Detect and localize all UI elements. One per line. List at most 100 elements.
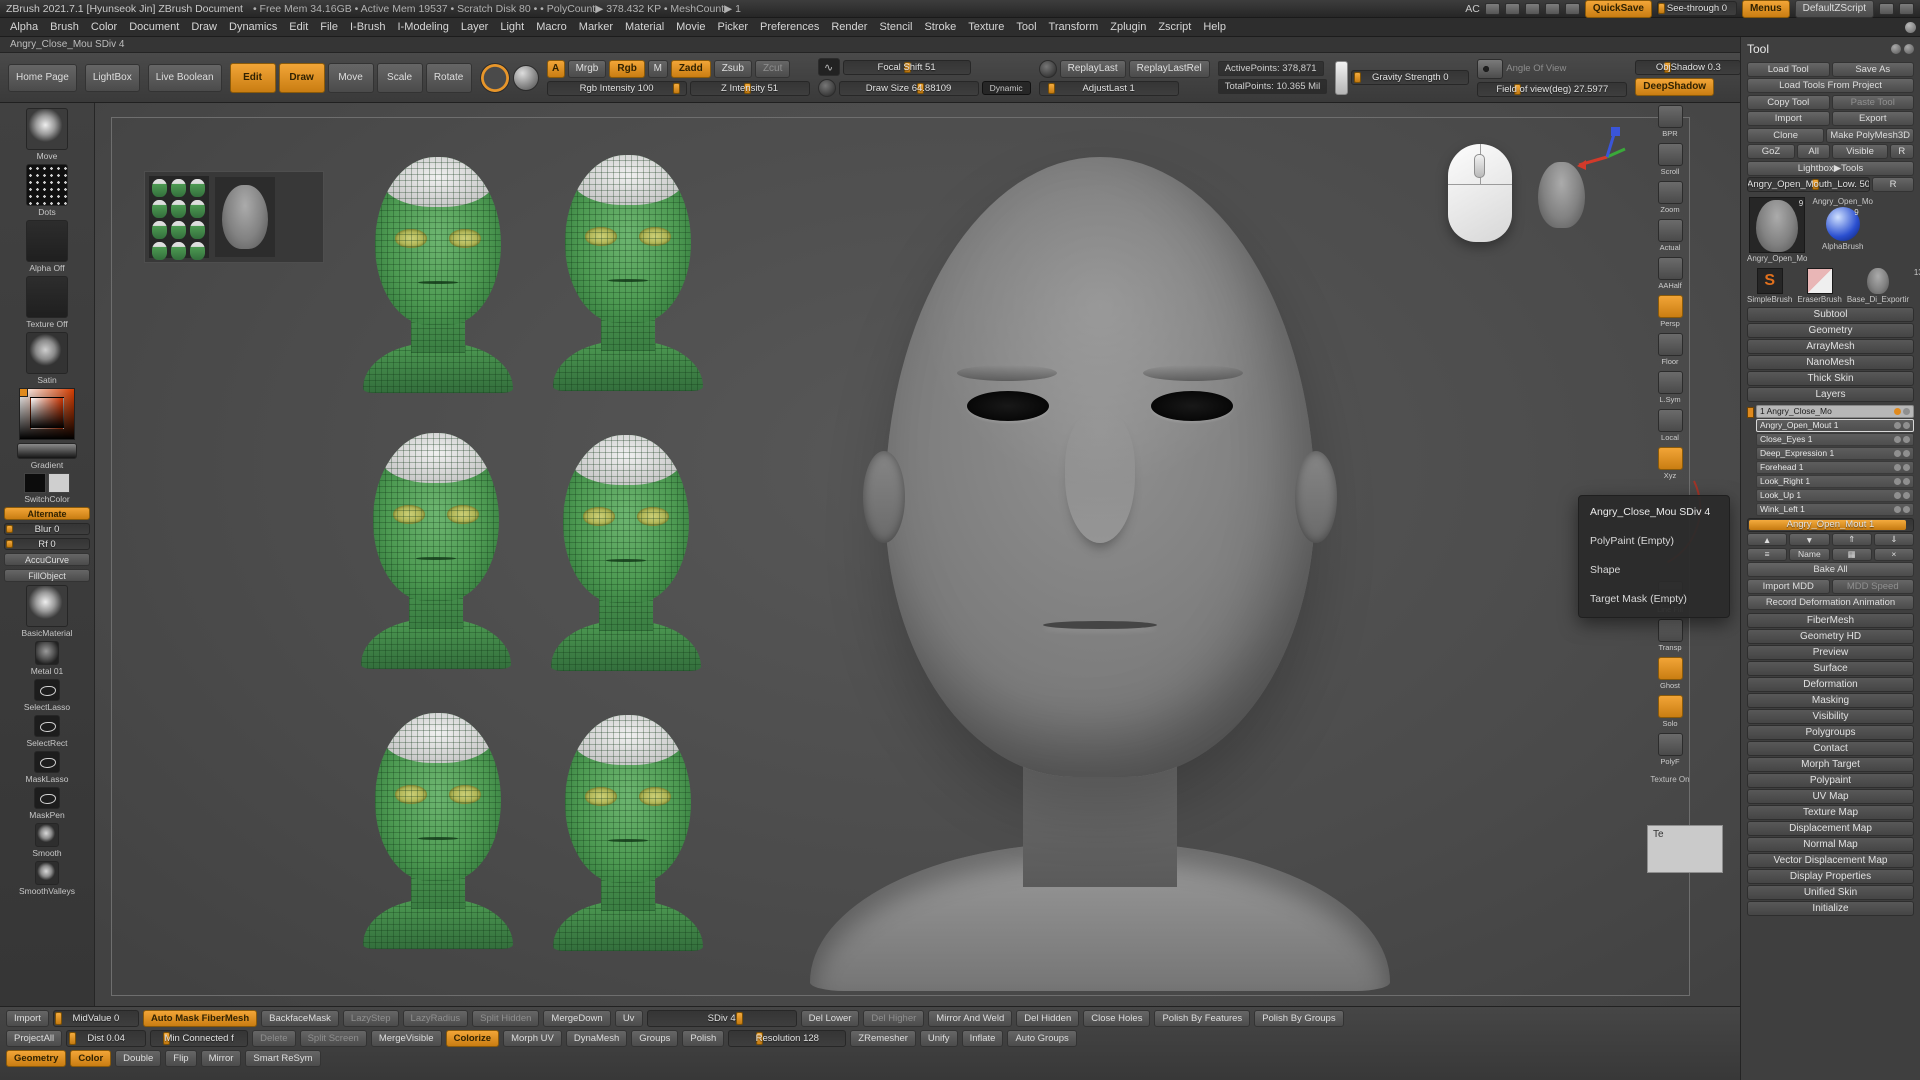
layer-row-close-eyes-1[interactable]: Close_Eyes 1 (1756, 433, 1914, 446)
section-texture-map[interactable]: Texture Map (1747, 805, 1914, 820)
btn-mirror[interactable]: Mirror (201, 1050, 242, 1067)
select-lasso-thumb-image[interactable] (34, 679, 60, 701)
btn-auto-mask-fibermesh[interactable]: Auto Mask FiberMesh (143, 1010, 257, 1027)
sculpt-model[interactable] (865, 151, 1335, 991)
simplebrush-thumb[interactable]: S (1757, 268, 1783, 294)
gradient-thumb-image[interactable] (17, 443, 77, 459)
section-thick-skin[interactable]: Thick Skin (1747, 371, 1914, 386)
btn-morph-uv[interactable]: Morph UV (503, 1030, 562, 1047)
tray-floor[interactable]: Floor (1658, 333, 1683, 366)
layer-row-deep-expression-1[interactable]: Deep_Expression 1 (1756, 447, 1914, 460)
section-normal-map[interactable]: Normal Map (1747, 837, 1914, 852)
menu-movie[interactable]: Movie (670, 20, 711, 34)
btn-smart-resym[interactable]: Smart ReSym (245, 1050, 320, 1067)
z-intensity-slider[interactable]: Z Intensity 51 (690, 81, 810, 96)
section-fibermesh[interactable]: FiberMesh (1747, 613, 1914, 628)
btn-load-tool[interactable]: Load Tool (1747, 62, 1830, 77)
section-nanomesh[interactable]: NanoMesh (1747, 355, 1914, 370)
slider-rf-0[interactable]: Rf 0 (4, 538, 90, 550)
import-mdd-button[interactable]: Import MDD (1747, 579, 1830, 594)
mini-head-thumb[interactable] (152, 179, 167, 197)
btn-close-holes[interactable]: Close Holes (1083, 1010, 1150, 1027)
restore-icon[interactable] (1891, 44, 1901, 54)
ghost-icon[interactable] (1658, 657, 1683, 680)
btn-lazystep[interactable]: LazyStep (343, 1010, 399, 1027)
sv-square[interactable] (19, 388, 75, 440)
btn-all[interactable]: All (1797, 144, 1830, 159)
section-subtool[interactable]: Subtool (1747, 307, 1914, 322)
polyf-icon[interactable] (1658, 733, 1683, 756)
tray-transp[interactable]: Transp (1658, 619, 1683, 652)
btn-delete[interactable]: Delete (252, 1030, 295, 1047)
btn-paste-tool[interactable]: Paste Tool (1832, 95, 1915, 110)
menu-edit[interactable]: Edit (283, 20, 314, 34)
current-brush-thumb-image[interactable] (26, 108, 68, 150)
menu-layer[interactable]: Layer (455, 20, 495, 34)
layer-visibility-icon[interactable] (1903, 436, 1910, 443)
layer-record-icon[interactable] (1894, 506, 1901, 513)
menu-i-brush[interactable]: I-Brush (344, 20, 391, 34)
current-tool-thumb[interactable]: 9 (1749, 197, 1805, 253)
btn-backfacemask[interactable]: BackfaceMask (261, 1010, 339, 1027)
btn-import[interactable]: Import (6, 1010, 49, 1027)
btn-r[interactable]: R (1890, 144, 1914, 159)
btn-split-screen[interactable]: Split Screen (300, 1030, 367, 1047)
layer-visibility-icon[interactable] (1903, 506, 1910, 513)
layer-record-icon[interactable] (1894, 492, 1901, 499)
metal-01-thumb[interactable]: Metal 01 (31, 641, 64, 676)
mrgb-button[interactable]: Mrgb (568, 60, 607, 78)
layer-ctl-item[interactable]: ⇓ (1874, 533, 1914, 546)
canvas-viewport[interactable]: Angry_Close_Mou SDiv 4 PolyPaint (Empty)… (95, 103, 1740, 1006)
mini-head-thumb[interactable] (152, 242, 167, 260)
menu-i-modeling[interactable]: I-Modeling (391, 20, 454, 34)
btn-clone[interactable]: Clone (1747, 128, 1824, 143)
resolution-slider[interactable]: Resolution 128 (728, 1030, 846, 1047)
slider-blur-0[interactable]: Blur 0 (4, 523, 90, 535)
layer-row-look-up-1[interactable]: Look_Up 1 (1756, 489, 1914, 502)
layer-record-icon[interactable] (1894, 464, 1901, 471)
btn-lazyradius[interactable]: LazyRadius (403, 1010, 469, 1027)
gradient-thumb[interactable]: Gradient (17, 443, 77, 470)
menu-zscript[interactable]: Zscript (1152, 20, 1197, 34)
tray-ghost[interactable]: Ghost (1658, 657, 1683, 690)
menu-brush[interactable]: Brush (44, 20, 85, 34)
section-geometry[interactable]: Geometry (1747, 323, 1914, 338)
layer-row-forehead-1[interactable]: Forehead 1 (1756, 461, 1914, 474)
section-deformation[interactable]: Deformation (1747, 677, 1914, 692)
tool-name-slider[interactable]: Angry_Open_Mouth_Low. 50 (1747, 177, 1870, 192)
btn-load-tools-from-project[interactable]: Load Tools From Project (1747, 78, 1914, 93)
menus-button[interactable]: Menus (1742, 0, 1790, 18)
home-page-button[interactable]: Home Page (8, 64, 77, 92)
menu-color[interactable]: Color (85, 20, 123, 34)
btn-make-polymesh3d[interactable]: Make PolyMesh3D (1826, 128, 1914, 143)
m-button[interactable]: M (648, 60, 668, 78)
section-uv-map[interactable]: UV Map (1747, 789, 1914, 804)
current-texture-thumb[interactable]: Texture Off (26, 276, 68, 329)
sdiv-slider[interactable]: SDiv 4 (647, 1010, 797, 1027)
mini-head-thumb[interactable] (190, 242, 205, 260)
layer-record-icon[interactable] (1894, 422, 1901, 429)
dist-slider[interactable]: Dist 0.04 (66, 1030, 146, 1047)
bpr-icon[interactable] (1658, 105, 1683, 128)
zadd-button[interactable]: Zadd (671, 60, 711, 78)
section-layers[interactable]: Layers (1747, 387, 1914, 402)
section-visibility[interactable]: Visibility (1747, 709, 1914, 724)
current-alpha-thumb-image[interactable] (26, 220, 68, 262)
move-button[interactable]: Move (328, 63, 374, 93)
record-deformation-button[interactable]: Record Deformation Animation (1747, 595, 1914, 610)
aahalf-icon[interactable] (1658, 257, 1683, 280)
layer-visibility-icon[interactable] (1903, 464, 1910, 471)
tray-local[interactable]: Local (1658, 409, 1683, 442)
btn-geometry[interactable]: Geometry (6, 1050, 66, 1067)
btn-color[interactable]: Color (70, 1050, 111, 1067)
alpha-icon[interactable] (818, 79, 836, 97)
btn-mergevisible[interactable]: MergeVisible (371, 1030, 442, 1047)
quicksave-button[interactable]: QuickSave (1585, 0, 1652, 18)
see-through-slider[interactable]: See-through 0 (1657, 1, 1737, 16)
btn-copy-tool[interactable]: Copy Tool (1747, 95, 1830, 110)
tray-solo[interactable]: Solo (1658, 695, 1683, 728)
basic-material-thumb[interactable]: BasicMaterial (21, 585, 72, 638)
btn-inflate[interactable]: Inflate (962, 1030, 1004, 1047)
btn-flip[interactable]: Flip (165, 1050, 196, 1067)
layers-icon[interactable] (1525, 3, 1540, 15)
